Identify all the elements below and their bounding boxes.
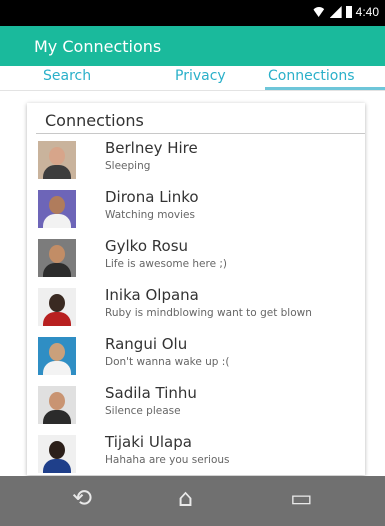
connection-name: Inika Olpana bbox=[105, 286, 199, 304]
status-bar: 4:40 bbox=[0, 0, 385, 26]
back-icon[interactable]: ⟲ bbox=[72, 486, 92, 510]
connection-status: Sleeping bbox=[105, 160, 151, 172]
tab-selected-indicator bbox=[265, 87, 385, 90]
connection-row[interactable]: Rangui Olu Don't wanna wake up :( bbox=[27, 335, 365, 381]
connection-name: Gylko Rosu bbox=[105, 237, 189, 255]
connection-row[interactable]: Dirona Linko Watching movies bbox=[27, 188, 365, 234]
avatar-head bbox=[49, 392, 65, 410]
connection-row[interactable]: Gylko Rosu Life is awesome here ;) bbox=[27, 237, 365, 283]
connection-name: Tijaki Ulapa bbox=[105, 433, 192, 451]
connection-status: Don't wanna wake up :( bbox=[105, 356, 230, 368]
avatar-body bbox=[43, 459, 71, 473]
status-icons: 4:40 bbox=[311, 5, 379, 19]
avatar bbox=[38, 435, 76, 473]
tab-connections[interactable]: Connections bbox=[268, 68, 355, 84]
connection-name: Sadila Tinhu bbox=[105, 384, 197, 402]
tab-privacy[interactable]: Privacy bbox=[175, 68, 226, 84]
signal-icon bbox=[329, 6, 342, 18]
tab-bar: Search Privacy Connections bbox=[0, 66, 385, 91]
card-divider bbox=[36, 133, 365, 134]
avatar-body bbox=[43, 165, 71, 179]
avatar bbox=[38, 337, 76, 375]
avatar bbox=[38, 190, 76, 228]
status-time: 4:40 bbox=[355, 5, 379, 19]
connection-status: Ruby is mindblowing want to get blown bbox=[105, 307, 312, 319]
connection-row[interactable]: Inika Olpana Ruby is mindblowing want to … bbox=[27, 286, 365, 332]
avatar-head bbox=[49, 343, 65, 361]
connection-status: Silence please bbox=[105, 405, 181, 417]
avatar-head bbox=[49, 294, 65, 312]
connection-row[interactable]: Berlney Hire Sleeping bbox=[27, 139, 365, 185]
connections-card: Connections Berlney Hire Sleeping Dirona L… bbox=[27, 103, 365, 475]
avatar bbox=[38, 141, 76, 179]
avatar bbox=[38, 386, 76, 424]
connection-row[interactable]: Tijaki Ulapa Hahaha are you serious bbox=[27, 433, 365, 479]
wifi-icon bbox=[311, 7, 326, 17]
avatar-body bbox=[43, 361, 71, 375]
avatar bbox=[38, 239, 76, 277]
app-title: My Connections bbox=[34, 37, 162, 56]
home-icon[interactable]: ⌂ bbox=[178, 486, 193, 510]
navigation-bar: ⟲ ⌂ ▭ bbox=[0, 476, 385, 526]
connection-name: Berlney Hire bbox=[105, 139, 198, 157]
connection-status: Watching movies bbox=[105, 209, 195, 221]
avatar-head bbox=[49, 196, 65, 214]
avatar-body bbox=[43, 410, 71, 424]
recent-apps-icon[interactable]: ▭ bbox=[290, 486, 313, 510]
connection-name: Dirona Linko bbox=[105, 188, 199, 206]
avatar-body bbox=[43, 263, 71, 277]
avatar-body bbox=[43, 214, 71, 228]
avatar-head bbox=[49, 147, 65, 165]
battery-icon bbox=[345, 6, 352, 18]
connection-row[interactable]: Sadila Tinhu Silence please bbox=[27, 384, 365, 430]
avatar bbox=[38, 288, 76, 326]
app-bar: My Connections bbox=[0, 26, 385, 66]
connection-status: Life is awesome here ;) bbox=[105, 258, 228, 270]
avatar-head bbox=[49, 245, 65, 263]
connection-status: Hahaha are you serious bbox=[105, 454, 230, 466]
tab-search[interactable]: Search bbox=[43, 68, 91, 84]
avatar-body bbox=[43, 312, 71, 326]
avatar-head bbox=[49, 441, 65, 459]
card-title: Connections bbox=[45, 111, 144, 130]
connection-name: Rangui Olu bbox=[105, 335, 188, 353]
